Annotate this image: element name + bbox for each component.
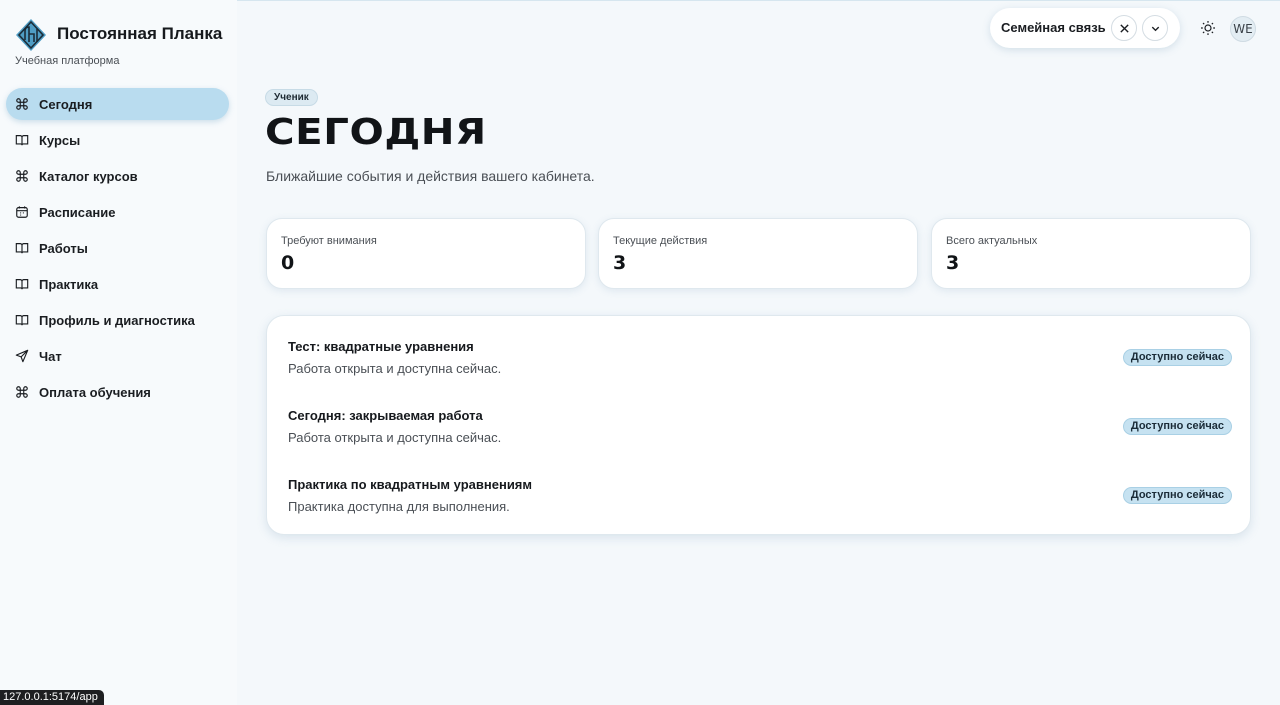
- book-icon: [14, 276, 30, 292]
- event-title: Тест: квадратные уравнения: [288, 339, 474, 354]
- event-description: Практика доступна для выполнения.: [288, 499, 510, 514]
- command-icon: [14, 384, 30, 400]
- command-icon: [14, 168, 30, 184]
- stat-label: Текущие действия: [613, 235, 708, 247]
- family-close-button[interactable]: [1111, 15, 1137, 41]
- list-item[interactable]: Практика по квадратным уравнениям Практи…: [288, 477, 1232, 527]
- command-icon: [14, 96, 30, 112]
- brand[interactable]: Постоянная Планка: [15, 16, 235, 56]
- stat-value: 0: [281, 252, 295, 274]
- status-badge: Доступно сейчас: [1122, 418, 1232, 435]
- stat-value: 3: [946, 252, 960, 274]
- page-title: СЕГОДНЯ: [265, 112, 487, 153]
- role-badge: Ученик: [265, 89, 318, 106]
- close-icon: [1119, 23, 1129, 33]
- book-icon: [14, 132, 30, 148]
- sidebar-item-profile[interactable]: Профиль и диагностика: [6, 304, 229, 336]
- event-title: Практика по квадратным уравнениям: [288, 477, 533, 492]
- sidebar-item-payment[interactable]: Оплата обучения: [6, 376, 229, 408]
- book-icon: [14, 312, 30, 328]
- sun-icon: [1201, 21, 1215, 35]
- status-badge: Доступно сейчас: [1122, 487, 1232, 504]
- sidebar-item-courses[interactable]: Курсы: [6, 124, 229, 156]
- avatar[interactable]: WE: [1230, 16, 1256, 42]
- send-icon: [14, 348, 30, 364]
- chevron-down-icon: [1151, 26, 1159, 31]
- status-badge: Доступно сейчас: [1122, 349, 1232, 366]
- sidebar-item-today[interactable]: Сегодня: [6, 88, 229, 120]
- events-list: Тест: квадратные уравнения Работа открыт…: [266, 315, 1251, 535]
- stat-label: Требуют внимания: [281, 235, 377, 247]
- family-expand-button[interactable]: [1142, 15, 1168, 41]
- family-link-panel[interactable]: Семейная связь: [990, 8, 1180, 48]
- calendar-icon: [14, 204, 30, 220]
- sidebar-item-label: Оплата обучения: [39, 384, 151, 400]
- theme-toggle-button[interactable]: [1198, 18, 1218, 38]
- stat-card-total: Всего актуальных 3: [931, 218, 1251, 289]
- brand-subtitle: Учебная платформа: [15, 55, 120, 67]
- sidebar-item-label: Каталог курсов: [39, 168, 138, 184]
- sidebar-item-catalog[interactable]: Каталог курсов: [6, 160, 229, 192]
- status-bar-url: 127.0.0.1:5174/app: [0, 690, 104, 705]
- stat-value: 3: [613, 252, 627, 274]
- list-item[interactable]: Сегодня: закрываемая работа Работа откры…: [288, 408, 1232, 458]
- stat-card-current: Текущие действия 3: [598, 218, 918, 289]
- sidebar-item-label: Чат: [39, 348, 62, 364]
- sidebar-item-schedule[interactable]: Расписание: [6, 196, 229, 228]
- sidebar-item-label: Профиль и диагностика: [39, 312, 195, 328]
- event-description: Работа открыта и доступна сейчас.: [288, 430, 502, 445]
- sidebar-item-label: Сегодня: [39, 96, 93, 112]
- sidebar-item-label: Расписание: [39, 204, 116, 220]
- sidebar-item-label: Курсы: [39, 132, 81, 148]
- brand-name: Постоянная Планка: [57, 24, 223, 43]
- sidebar-item-label: Работы: [39, 240, 88, 256]
- page-subtitle: Ближайшие события и действия вашего каби…: [266, 168, 595, 184]
- list-item[interactable]: Тест: квадратные уравнения Работа открыт…: [288, 339, 1232, 389]
- sidebar-item-label: Практика: [39, 276, 99, 292]
- sidebar-item-chat[interactable]: Чат: [6, 340, 229, 372]
- stat-card-attention: Требуют внимания 0: [266, 218, 586, 289]
- event-title: Сегодня: закрываемая работа: [288, 408, 483, 423]
- sidebar: Постоянная Планка Учебная платформа Сего…: [0, 0, 237, 705]
- brand-logo-icon: [16, 19, 46, 51]
- book-icon: [14, 240, 30, 256]
- family-link-label: Семейная связь: [1001, 20, 1106, 35]
- stat-label: Всего актуальных: [946, 235, 1038, 247]
- sidebar-item-practice[interactable]: Практика: [6, 268, 229, 300]
- sidebar-nav: Сегодня Курсы Каталог курсов Расписание …: [6, 88, 229, 412]
- event-description: Работа открыта и доступна сейчас.: [288, 361, 502, 376]
- sidebar-item-works[interactable]: Работы: [6, 232, 229, 264]
